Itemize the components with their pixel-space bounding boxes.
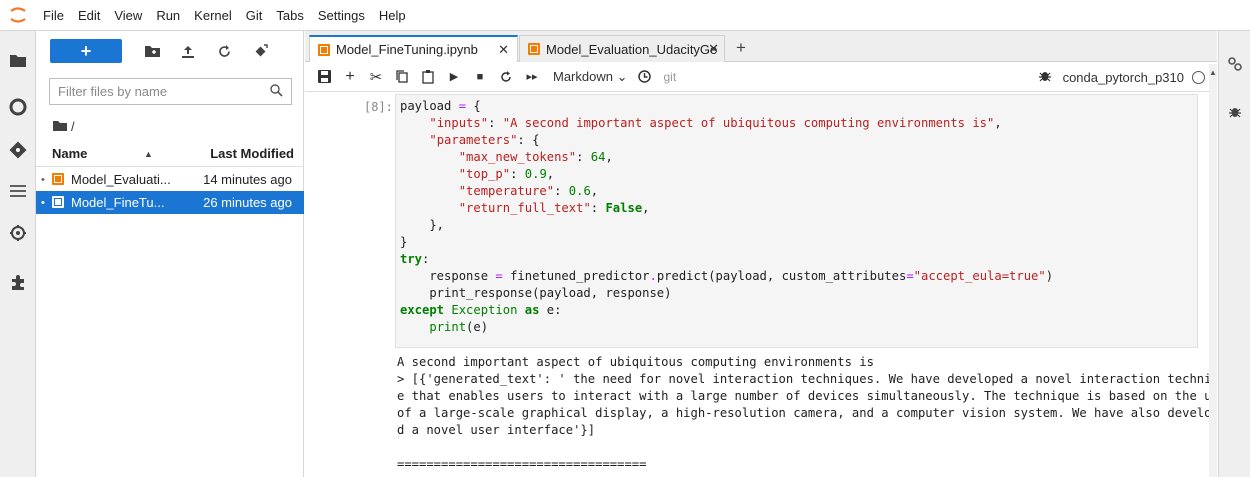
close-icon[interactable]: ✕ — [708, 41, 719, 57]
main-area: Model_FineTuning.ipynb ✕ Model_Evaluatio… — [305, 31, 1217, 477]
tab-title: Model_FineTuning.ipynb — [336, 42, 478, 57]
restart-kernel-icon[interactable] — [493, 63, 519, 91]
menu-file[interactable]: File — [36, 0, 71, 31]
new-launcher-button[interactable]: + — [50, 39, 122, 63]
file-name: Model_Evaluati... — [71, 172, 171, 187]
home-folder-icon[interactable] — [53, 119, 67, 134]
insert-cell-icon[interactable]: + — [337, 63, 363, 91]
code-cell-input[interactable]: payload = { "inputs": "A second importan… — [395, 94, 1198, 348]
menu-run[interactable]: Run — [149, 0, 187, 31]
running-indicator-icon: • — [41, 196, 45, 209]
property-inspector-gears-icon[interactable] — [1219, 51, 1250, 77]
output-line: e that enables users to interact with a … — [397, 389, 1217, 403]
extensions-icon[interactable] — [0, 267, 36, 297]
upload-icon[interactable] — [170, 39, 206, 63]
scroll-up-icon[interactable]: ▲ — [1209, 68, 1217, 77]
copy-icon[interactable] — [389, 63, 415, 91]
search-icon — [270, 84, 283, 100]
menu-kernel[interactable]: Kernel — [187, 0, 239, 31]
stop-icon[interactable]: ■ — [467, 63, 493, 91]
notebook-icon — [52, 196, 64, 208]
column-name[interactable]: Name — [52, 146, 87, 161]
tab-model-finetuning[interactable]: Model_FineTuning.ipynb ✕ — [309, 35, 518, 62]
run-icon[interactable]: ▶ — [441, 63, 467, 91]
running-indicator-icon: • — [41, 173, 45, 186]
output-line: > [{'generated_text': ' the need for nov… — [397, 372, 1217, 386]
file-browser-toolbar: + — [36, 31, 303, 71]
notebook-content: [8]: payload = { "inputs": "A second imp… — [305, 92, 1217, 477]
tab-model-evaluation[interactable]: Model_Evaluation_UdacityGe ✕ — [519, 35, 725, 62]
sort-ascending-icon[interactable]: ▲ — [144, 149, 153, 159]
vertical-scrollbar[interactable]: ▲ — [1209, 64, 1217, 477]
file-name: Model_FineTu... — [71, 195, 165, 210]
running-kernels-icon[interactable] — [0, 92, 36, 122]
notebook-icon — [318, 43, 330, 56]
git-icon[interactable] — [0, 135, 36, 165]
kernel-status[interactable]: conda_pytorch_p310 — [1038, 69, 1205, 85]
kernel-name[interactable]: conda_pytorch_p310 — [1063, 70, 1184, 85]
save-icon[interactable] — [311, 63, 337, 91]
code-editor[interactable]: payload = { "inputs": "A second importan… — [396, 95, 1197, 336]
file-modified: 26 minutes ago — [203, 195, 292, 210]
output-line: of a large-scale graphical display, a hi… — [397, 406, 1217, 420]
output-line: ================================== — [397, 457, 647, 471]
notebook-icon — [52, 173, 64, 185]
tab-title: Model_Evaluation_UdacityGe — [546, 41, 718, 57]
add-tab-icon[interactable]: + — [736, 38, 746, 58]
file-browser: + Filter files by name / Name ▲ Last Mod… — [36, 31, 304, 477]
restart-run-all-icon[interactable]: ▸▸ — [519, 63, 545, 91]
cell-type-select[interactable]: Markdown ⌄ — [553, 69, 628, 85]
file-list-header: Name ▲ Last Modified — [36, 141, 304, 167]
filter-placeholder: Filter files by name — [58, 84, 168, 99]
menu-help[interactable]: Help — [372, 0, 413, 31]
jupyter-logo-icon — [0, 0, 36, 31]
debugger-panel-icon[interactable] — [1219, 98, 1250, 124]
git-clone-icon[interactable] — [242, 39, 278, 63]
left-activity-bar — [0, 31, 36, 477]
menu-git[interactable]: Git — [239, 0, 270, 31]
output-line: A second important aspect of ubiquitous … — [397, 355, 874, 369]
close-icon[interactable]: ✕ — [498, 42, 509, 58]
file-modified: 14 minutes ago — [203, 172, 292, 187]
list-item[interactable]: • Model_Evaluati... 14 minutes ago — [36, 168, 304, 191]
refresh-icon[interactable] — [206, 39, 242, 63]
list-item-selected[interactable]: • Model_FineTu... 26 minutes ago — [36, 191, 304, 214]
cell-prompt: [8]: — [364, 100, 393, 114]
debugger-icon[interactable] — [1038, 69, 1051, 85]
cell-output: A second important aspect of ubiquitous … — [397, 354, 1217, 473]
folder-icon[interactable] — [0, 45, 36, 75]
right-sidebar — [1218, 31, 1250, 477]
new-folder-icon[interactable] — [134, 39, 170, 63]
filter-files-input[interactable]: Filter files by name — [49, 78, 292, 105]
paste-icon[interactable] — [415, 63, 441, 91]
menu-settings[interactable]: Settings — [311, 0, 372, 31]
notebook-toolbar: + ✂ ▶ ■ ▸▸ Markdown ⌄ git conda_pytorch_… — [305, 62, 1217, 92]
git-diff-button[interactable]: git — [664, 70, 677, 84]
tab-bar: Model_FineTuning.ipynb ✕ Model_Evaluatio… — [305, 31, 1217, 62]
breadcrumb-path[interactable]: / — [71, 119, 75, 134]
menu-edit[interactable]: Edit — [71, 0, 107, 31]
table-of-contents-icon[interactable] — [0, 176, 36, 206]
menu-bar: File Edit View Run Kernel Git Tabs Setti… — [0, 0, 1250, 31]
column-last-modified[interactable]: Last Modified — [210, 146, 294, 161]
cell-type-value: Markdown — [553, 68, 613, 84]
chevron-down-icon: ⌄ — [616, 68, 628, 84]
property-inspector-icon[interactable] — [0, 218, 36, 248]
menu-tabs[interactable]: Tabs — [269, 0, 310, 31]
menu-view[interactable]: View — [107, 0, 149, 31]
kernel-idle-icon — [1192, 70, 1205, 84]
notebook-icon — [528, 43, 540, 55]
cut-icon[interactable]: ✂ — [363, 63, 389, 91]
output-line: d a novel user interface'}] — [397, 423, 596, 437]
breadcrumb[interactable]: / — [53, 119, 75, 134]
clock-icon[interactable] — [632, 63, 658, 91]
